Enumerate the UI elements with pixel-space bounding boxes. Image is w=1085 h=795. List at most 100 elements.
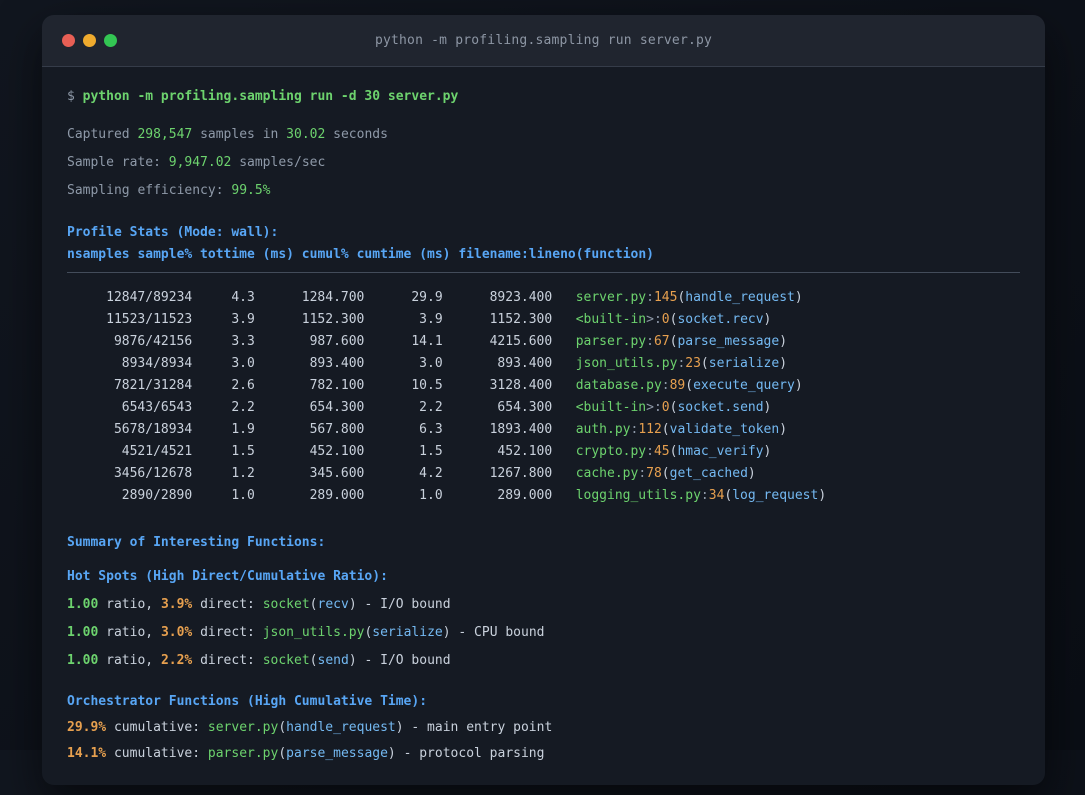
cumul-pct-value: 1.5 (419, 444, 443, 459)
cumul-pct-value: 1.0 (419, 488, 443, 503)
cumul-pct-value: 4.2 (419, 466, 443, 481)
line-number: 34 (708, 488, 725, 503)
orchestrator-line-2: 14.1% cumulative: parser.py(parse_messag… (67, 743, 1020, 765)
captured-line-seg-0: Captured (67, 127, 138, 142)
titlebar[interactable]: python -m profiling.sampling run server.… (42, 15, 1045, 67)
file-name: crypto.py (575, 444, 647, 459)
tottime-value: 452.100 (309, 444, 365, 459)
sample-pct-value: 3.9 (231, 312, 255, 327)
cumtime-value: 3128.400 (489, 378, 553, 393)
function-name: log_request (732, 488, 819, 503)
hot-spots-heading-seg-0: Hot Spots (High Direct/Cumulative Ratio)… (67, 569, 388, 584)
orchestrator-line-1-seg-4: handle_request (286, 720, 396, 735)
terminal-window: python -m profiling.sampling run server.… (42, 15, 1045, 785)
stats-row: 3456/12678 1.2 345.600 4.2 1267.800 cache.py:… (67, 463, 1020, 485)
function-name: socket.recv (677, 312, 764, 327)
sample-pct-value: 1.2 (231, 466, 255, 481)
efficiency-line-seg-0: Sampling efficiency: (67, 183, 232, 198)
hot-spot-line-2-seg-2: 3.0% (160, 625, 193, 640)
close-paren: ) (779, 334, 788, 349)
hot-spot-line-1-seg-1: ratio, (98, 597, 161, 612)
file-name: auth.py (575, 422, 631, 437)
close-paren: ) (779, 422, 788, 437)
hot-spot-line-3-seg-0: 1.00 (67, 653, 99, 668)
nsamples-value: 4521/4521 (121, 444, 193, 459)
nsamples-value: 2890/2890 (121, 488, 193, 503)
close-paren: ) (818, 488, 827, 503)
cumul-pct-value: 14.1 (411, 334, 443, 349)
command-line-seg-0: $ (67, 89, 83, 104)
line-number: 0 (661, 400, 670, 415)
profile-stats-heading-seg-0: Profile Stats (Mode: wall): (67, 225, 279, 240)
cumtime-value: 1267.800 (489, 466, 553, 481)
file-name: cache.py (575, 466, 639, 481)
separator: : (646, 444, 654, 459)
sample-rate-line-seg-2: samples/sec (231, 155, 326, 170)
function-name: parse_message (677, 334, 780, 349)
captured-line-seg-4: seconds (325, 127, 388, 142)
hot-spot-line-3-seg-7: ) (348, 653, 357, 668)
hot-spot-line-2-seg-8: - CPU bound (450, 625, 545, 640)
separator: : (638, 466, 647, 481)
hot-spot-line-2-seg-3: direct: (192, 625, 263, 640)
function-name: execute_query (693, 378, 795, 393)
sample-rate-line: Sample rate: 9,947.02 samples/sec (67, 152, 1020, 174)
hot-spot-line-2-seg-4: json_utils.py (262, 625, 365, 640)
hot-spot-line-1-seg-2: 3.9% (160, 597, 193, 612)
separator: >: (646, 400, 662, 415)
hot-spots-heading: Hot Spots (High Direct/Cumulative Ratio)… (67, 566, 1020, 588)
orchestrator-line-2-seg-1: cumulative: (106, 746, 208, 761)
traffic-lights (62, 15, 117, 66)
hot-spot-line-1-seg-3: direct: (192, 597, 263, 612)
nsamples-value: 11523/11523 (106, 312, 193, 327)
sample-pct-value: 2.6 (231, 378, 255, 393)
line-number: 0 (661, 312, 670, 327)
cumul-pct-value: 3.9 (419, 312, 443, 327)
open-paren: ( (700, 356, 709, 371)
hot-spot-line-3-seg-4: socket (262, 653, 310, 668)
cumtime-value: 4215.600 (489, 334, 553, 349)
orchestrator-line-1-seg-2: server.py (207, 720, 279, 735)
minimize-button[interactable] (83, 34, 96, 47)
open-paren: ( (661, 422, 670, 437)
cumtime-value: 893.400 (497, 356, 553, 371)
stats-table-header-seg-0: nsamples sample% tottime (ms) cumul% cum… (67, 247, 654, 262)
close-paren: ) (779, 356, 788, 371)
sample-pct-value: 3.0 (231, 356, 255, 371)
stats-row: 8934/8934 3.0 893.400 3.0 893.400 json_utils.… (67, 353, 1020, 375)
close-paren: ) (763, 312, 772, 327)
sample-pct-value: 1.9 (231, 422, 255, 437)
hot-spot-line-3-seg-8: - I/O bound (356, 653, 451, 668)
command-line: $ python -m profiling.sampling run -d 30… (67, 86, 1020, 108)
line-number: 78 (646, 466, 662, 481)
cumul-pct-value: 6.3 (419, 422, 443, 437)
stats-row: 2890/2890 1.0 289.000 1.0 289.000 logging_uti… (67, 485, 1020, 507)
stats-row: 12847/89234 4.3 1284.700 29.9 8923.400 server… (67, 287, 1020, 309)
nsamples-value: 8934/8934 (121, 356, 193, 371)
stats-row: 7821/31284 2.6 782.100 10.5 3128.400 database… (67, 375, 1020, 397)
profile-stats-heading: Profile Stats (Mode: wall): (67, 222, 1020, 244)
hot-spot-line-3-seg-3: direct: (192, 653, 263, 668)
line-number: 67 (653, 334, 670, 349)
close-paren: ) (794, 290, 803, 305)
cumtime-value: 654.300 (497, 400, 553, 415)
nsamples-value: 3456/12678 (113, 466, 193, 481)
sample-pct-value: 1.5 (231, 444, 255, 459)
nsamples-value: 12847/89234 (106, 290, 193, 305)
orchestrator-heading: Orchestrator Functions (High Cumulative … (67, 691, 1020, 713)
close-button[interactable] (62, 34, 75, 47)
hot-spot-line-1-seg-0: 1.00 (67, 597, 99, 612)
close-paren: ) (763, 400, 772, 415)
sample-pct-value: 1.0 (231, 488, 255, 503)
terminal-output[interactable]: $ python -m profiling.sampling run -d 30… (42, 67, 1045, 795)
orchestrator-line-2-seg-5: ) (387, 746, 396, 761)
captured-line-seg-2: samples in (192, 127, 287, 142)
zoom-button[interactable] (104, 34, 117, 47)
hot-spot-line-2-seg-7: ) (442, 625, 451, 640)
cumtime-value: 452.100 (497, 444, 553, 459)
tottime-value: 289.000 (309, 488, 365, 503)
orchestrator-line-1-seg-3: ( (278, 720, 287, 735)
tottime-value: 345.600 (309, 466, 365, 481)
close-paren: ) (794, 378, 803, 393)
stats-row: 5678/18934 1.9 567.800 6.3 1893.400 auth.py:1… (67, 419, 1020, 441)
